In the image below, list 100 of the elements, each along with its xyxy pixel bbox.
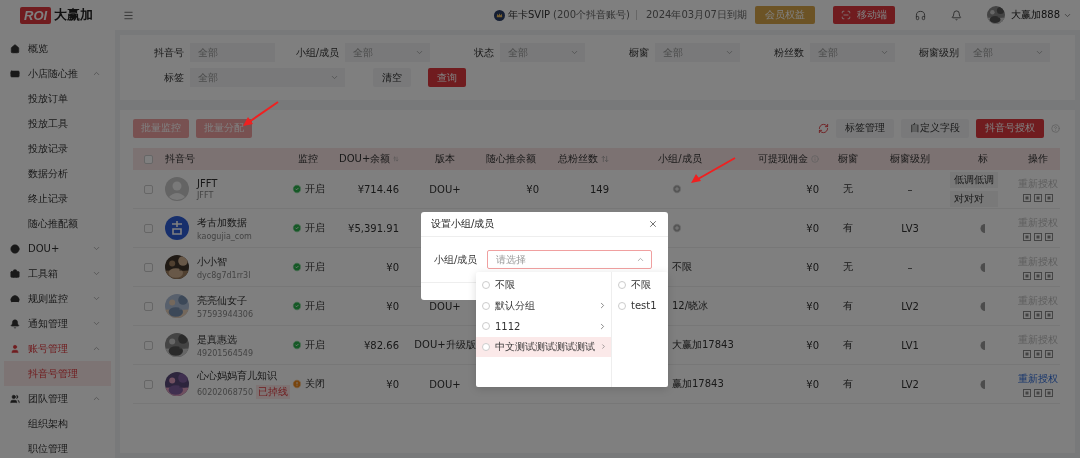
sidebar-item[interactable]: 账号管理 — [0, 336, 115, 361]
sidebar-label: 工具箱 — [28, 266, 59, 281]
select-field[interactable]: 请选择 — [487, 250, 653, 269]
account-id: 49201564549 — [197, 348, 253, 358]
sidebar-item[interactable]: 职位管理 — [4, 436, 111, 458]
headset-icon[interactable] — [914, 9, 926, 21]
scan-icon — [840, 10, 851, 20]
sidebar-item[interactable]: 投放工具 — [4, 111, 111, 136]
caret-icon — [330, 73, 339, 82]
radio-button[interactable] — [482, 322, 490, 331]
square-icon[interactable] — [1044, 232, 1053, 241]
table-cell: LV1 — [901, 339, 919, 351]
refresh-icon[interactable] — [818, 122, 829, 134]
caret-icon — [570, 48, 579, 57]
checkbox[interactable] — [143, 223, 153, 233]
square-icon[interactable] — [1044, 193, 1053, 202]
square-icon[interactable] — [1022, 193, 1031, 202]
sidebar-item[interactable]: 终止记录 — [4, 186, 111, 211]
account-name: 小小智 — [197, 254, 228, 269]
square-icon[interactable] — [1033, 193, 1042, 202]
expiry-date: 2024年03月07日到期 — [646, 8, 747, 22]
table-cell: ¥0 — [806, 261, 819, 273]
square-icon[interactable] — [1044, 349, 1053, 358]
monitor-status: 关闭 — [304, 377, 325, 391]
sidebar-item[interactable]: 团队管理 — [0, 386, 115, 411]
sort-icon[interactable] — [393, 155, 399, 163]
sidebar-item[interactable]: 概览 — [0, 36, 115, 61]
sidebar-item[interactable]: 工具箱 — [0, 261, 115, 286]
table-cell: ¥0 — [806, 339, 819, 351]
radio-button[interactable] — [482, 281, 490, 290]
table-cell: DOU+ — [429, 378, 461, 390]
sidebar-item[interactable]: 抖音号管理 — [4, 361, 111, 386]
square-icon[interactable] — [1022, 388, 1031, 397]
square-icon[interactable] — [1022, 310, 1031, 319]
option-label: 中文测试测试测试测试 — [495, 339, 595, 354]
radio-button[interactable] — [618, 301, 626, 310]
sidebar-label: 团队管理 — [28, 391, 69, 406]
toolbar-button[interactable]: 自定义字段 — [901, 118, 969, 138]
checkbox[interactable] — [143, 301, 153, 311]
square-icon[interactable] — [1022, 232, 1031, 241]
sort-icon[interactable] — [601, 155, 609, 163]
option-item[interactable]: test1 — [612, 295, 668, 316]
toolbar-button[interactable]: 标签管理 — [836, 118, 894, 138]
option-item[interactable]: 默认分组 — [476, 295, 611, 316]
sidebar-item[interactable]: 规则监控 — [0, 286, 115, 311]
checkbox[interactable] — [143, 154, 153, 164]
sidebar-item[interactable]: DOU+ — [0, 236, 115, 261]
table-cell: LV3 — [901, 222, 919, 234]
table-cell: 赢加17843 — [672, 377, 724, 391]
sidebar-item[interactable]: 组织架构 — [4, 411, 111, 436]
close-icon[interactable] — [648, 219, 658, 229]
square-icon[interactable] — [1033, 349, 1042, 358]
checkbox[interactable] — [143, 340, 153, 350]
sidebar-item[interactable]: 投放记录 — [4, 136, 111, 161]
sidebar-item[interactable]: 数据分析 — [4, 161, 111, 186]
account-name: 是真惠选 — [197, 332, 238, 347]
option-item[interactable]: 不限 — [612, 275, 668, 296]
table-cell: 12/晓冰 — [672, 299, 709, 313]
annotation-arrow — [243, 101, 279, 126]
sidebar-item[interactable]: 小店随心推 — [0, 61, 115, 86]
table-cell: ¥0 — [806, 222, 819, 234]
square-icon[interactable] — [1044, 271, 1053, 280]
search-button[interactable]: 查询 — [428, 68, 466, 87]
account-name: 亮亮仙女子 — [197, 293, 248, 308]
square-icon[interactable] — [1022, 349, 1031, 358]
user-name[interactable]: 大赢加888 — [1010, 8, 1060, 22]
card-icon — [10, 68, 20, 79]
column-header: 版本 — [435, 152, 455, 166]
radio-button[interactable] — [482, 342, 490, 351]
sidebar-label: 规则监控 — [28, 291, 69, 306]
square-icon[interactable] — [1044, 388, 1053, 397]
table-cell: 无 — [842, 260, 853, 274]
reauthorize-link[interactable]: 重新授权 — [1017, 371, 1058, 386]
table-cell: ¥0 — [386, 378, 399, 390]
square-icon[interactable] — [1044, 310, 1053, 319]
menu-icon[interactable] — [123, 9, 135, 21]
radio-button[interactable] — [618, 281, 626, 290]
option-item[interactable]: 1112 — [476, 316, 611, 337]
option-item[interactable]: 不限 — [476, 275, 611, 296]
square-icon[interactable] — [1022, 271, 1031, 280]
square-icon[interactable] — [1033, 388, 1042, 397]
option-item[interactable]: 中文测试测试测试测试 — [476, 336, 611, 357]
mobile-button[interactable]: 移动端 — [832, 6, 895, 24]
square-icon[interactable] — [1033, 232, 1042, 241]
filter-label: 小组/成员 — [294, 45, 339, 60]
table-cell: 有 — [842, 377, 853, 391]
account-id: 60202068750 — [197, 387, 253, 397]
square-icon[interactable] — [1033, 271, 1042, 280]
radio-button[interactable] — [482, 301, 490, 310]
square-icon[interactable] — [1033, 310, 1042, 319]
clear-button[interactable]: 清空 — [373, 68, 411, 87]
sidebar-item[interactable]: 随心推配额 — [4, 211, 111, 236]
bell-icon[interactable] — [950, 9, 962, 21]
caret-icon — [636, 255, 646, 264]
sidebar-item[interactable]: 通知管理 — [0, 311, 115, 336]
checkbox[interactable] — [143, 262, 153, 272]
checkbox[interactable] — [143, 184, 153, 194]
sidebar-item[interactable]: 投放订单 — [4, 86, 111, 111]
checkbox[interactable] — [143, 379, 153, 389]
authorize-button[interactable]: 抖音号授权 — [976, 118, 1044, 138]
